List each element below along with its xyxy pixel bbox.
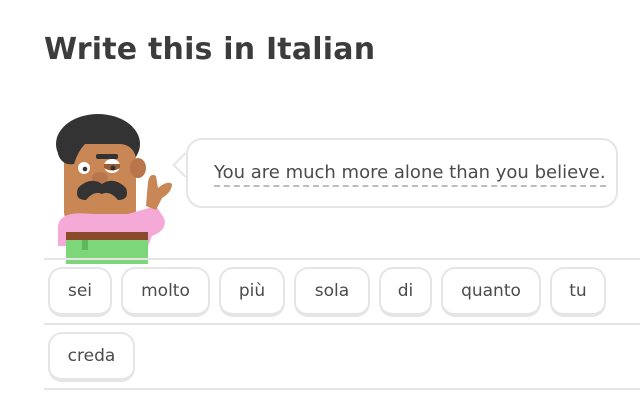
- word-tile-di[interactable]: di: [379, 267, 432, 317]
- word-tile-sei[interactable]: sei: [48, 267, 112, 317]
- answer-line: [44, 323, 640, 325]
- prompt-sentence[interactable]: You are much more alone than you believe…: [214, 162, 606, 187]
- word-tile-tu[interactable]: tu: [550, 267, 606, 317]
- page-title: Write this in Italian: [44, 32, 376, 67]
- word-tile-molto[interactable]: molto: [121, 267, 210, 317]
- word-tile-quanto[interactable]: quanto: [441, 267, 541, 317]
- answer-line: [44, 258, 640, 260]
- word-tile-piu[interactable]: più: [219, 267, 285, 317]
- answer-line: [44, 388, 640, 390]
- character-icon: [56, 114, 172, 264]
- word-tile-sola[interactable]: sola: [294, 267, 370, 317]
- word-tile-creda[interactable]: creda: [48, 332, 135, 382]
